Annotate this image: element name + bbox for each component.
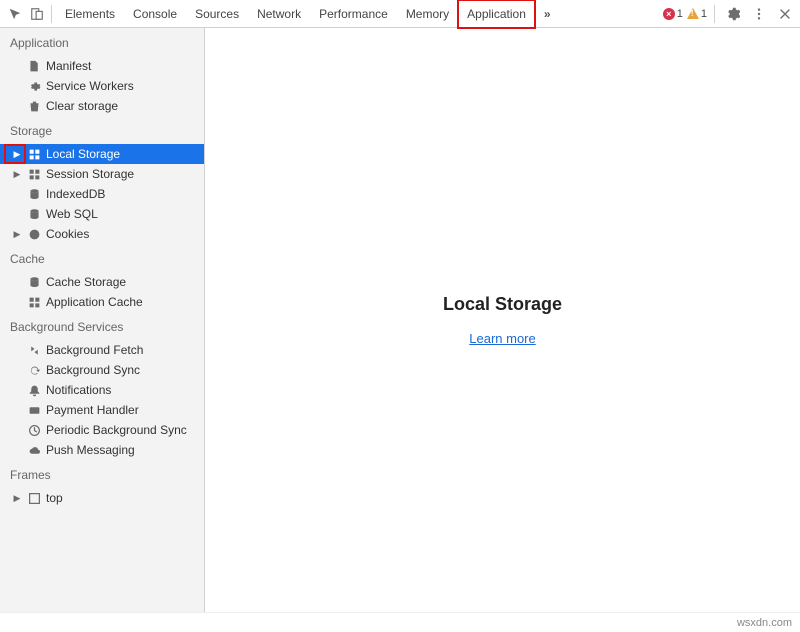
sidebar-item-label: Web SQL xyxy=(46,207,98,221)
sidebar-group-header: Storage xyxy=(0,116,204,144)
arrows-icon xyxy=(26,344,42,357)
sidebar-item-label: Cookies xyxy=(46,227,89,241)
sidebar-item-label: Periodic Background Sync xyxy=(46,423,187,437)
error-count[interactable]: × 1 xyxy=(663,8,683,20)
tab-memory[interactable]: Memory xyxy=(398,1,457,27)
warning-count[interactable]: 1 xyxy=(687,8,707,20)
sidebar-item-cache-storage[interactable]: Cache Storage xyxy=(0,272,204,292)
error-icon: × xyxy=(663,8,675,20)
tabs-overflow-icon[interactable]: » xyxy=(536,1,559,27)
sidebar-item-notifications[interactable]: Notifications xyxy=(0,380,204,400)
sidebar-item-label: Application Cache xyxy=(46,295,143,309)
sidebar-item-web-sql[interactable]: Web SQL xyxy=(0,204,204,224)
grid-icon xyxy=(26,148,42,161)
grid-icon xyxy=(26,296,42,309)
disclosure-triangle-icon[interactable]: ▶ xyxy=(12,229,22,240)
clock-icon xyxy=(26,424,42,437)
frame-icon xyxy=(26,492,42,505)
sidebar-item-label: Clear storage xyxy=(46,99,118,113)
tab-console[interactable]: Console xyxy=(125,1,185,27)
sidebar-item-label: IndexedDB xyxy=(46,187,105,201)
device-toolbar-icon[interactable] xyxy=(26,3,48,25)
sidebar-item-periodic-background-sync[interactable]: Periodic Background Sync xyxy=(0,420,204,440)
sidebar-item-clear-storage[interactable]: Clear storage xyxy=(0,96,204,116)
db-icon xyxy=(26,276,42,289)
sync-icon xyxy=(26,364,42,377)
warning-count-value: 1 xyxy=(701,8,707,20)
settings-icon[interactable] xyxy=(722,3,744,25)
sidebar-item-label: Session Storage xyxy=(46,167,134,181)
sidebar-item-application-cache[interactable]: Application Cache xyxy=(0,292,204,312)
sidebar-item-background-sync[interactable]: Background Sync xyxy=(0,360,204,380)
sidebar-item-label: Service Workers xyxy=(46,79,134,93)
disclosure-triangle-icon[interactable]: ▶ xyxy=(12,169,22,180)
toolbar-separator xyxy=(51,5,52,23)
devtools-toolbar: Elements Console Sources Network Perform… xyxy=(0,0,800,28)
sidebar-item-label: Payment Handler xyxy=(46,403,139,417)
learn-more-link[interactable]: Learn more xyxy=(469,331,535,346)
sidebar-item-cookies[interactable]: ▶ Cookies xyxy=(0,224,204,244)
sidebar-item-label: top xyxy=(46,491,63,505)
file-icon xyxy=(26,60,42,73)
disclosure-triangle-icon[interactable]: ▶ xyxy=(12,493,22,504)
warning-icon xyxy=(687,8,699,19)
error-count-value: 1 xyxy=(677,8,683,20)
db-icon xyxy=(26,188,42,201)
cloud-icon xyxy=(26,444,42,457)
sidebar-item-label: Background Fetch xyxy=(46,343,143,357)
gear-icon xyxy=(26,80,42,93)
sidebar-item-label: Local Storage xyxy=(46,147,120,161)
sidebar-group-header: Frames xyxy=(0,460,204,488)
sidebar-item-label: Cache Storage xyxy=(46,275,126,289)
sidebar-item-indexeddb[interactable]: IndexedDB xyxy=(0,184,204,204)
sidebar-item-label: Notifications xyxy=(46,383,111,397)
trash-icon xyxy=(26,100,42,113)
devtools-tabs: Elements Console Sources Network Perform… xyxy=(57,1,559,27)
sidebar-item-session-storage[interactable]: ▶ Session Storage xyxy=(0,164,204,184)
sidebar-item-label: Push Messaging xyxy=(46,443,135,457)
sidebar-item-top[interactable]: ▶ top xyxy=(0,488,204,508)
inspect-element-icon[interactable] xyxy=(4,3,26,25)
tab-sources[interactable]: Sources xyxy=(187,1,247,27)
sidebar-item-label: Background Sync xyxy=(46,363,140,377)
card-icon xyxy=(26,404,42,417)
sidebar-group-header: Background Services xyxy=(0,312,204,340)
footer-credit: wsxdn.com xyxy=(737,617,792,629)
sidebar-item-push-messaging[interactable]: Push Messaging xyxy=(0,440,204,460)
grid-icon xyxy=(26,168,42,181)
disclosure-triangle-icon[interactable]: ▶ xyxy=(12,149,22,160)
sidebar-group-header: Application xyxy=(0,28,204,56)
cookie-icon xyxy=(26,228,42,241)
application-sidebar: Application Manifest Service Workers Clear … xyxy=(0,28,205,612)
tab-performance[interactable]: Performance xyxy=(311,1,396,27)
tab-application[interactable]: Application xyxy=(459,1,534,27)
bell-icon xyxy=(26,384,42,397)
sidebar-group-header: Cache xyxy=(0,244,204,272)
sidebar-item-payment-handler[interactable]: Payment Handler xyxy=(0,400,204,420)
kebab-menu-icon[interactable] xyxy=(748,3,770,25)
tab-network[interactable]: Network xyxy=(249,1,309,27)
tab-elements[interactable]: Elements xyxy=(57,1,123,27)
sidebar-item-service-workers[interactable]: Service Workers xyxy=(0,76,204,96)
close-devtools-icon[interactable] xyxy=(774,3,796,25)
panel-title: Local Storage xyxy=(443,294,562,315)
toolbar-separator xyxy=(714,5,715,23)
page-footer: wsxdn.com xyxy=(0,612,800,632)
sidebar-item-label: Manifest xyxy=(46,59,91,73)
sidebar-item-local-storage[interactable]: ▶ Local Storage xyxy=(0,144,204,164)
db-icon xyxy=(26,208,42,221)
sidebar-item-background-fetch[interactable]: Background Fetch xyxy=(0,340,204,360)
main-panel: Local Storage Learn more xyxy=(205,28,800,612)
sidebar-item-manifest[interactable]: Manifest xyxy=(0,56,204,76)
